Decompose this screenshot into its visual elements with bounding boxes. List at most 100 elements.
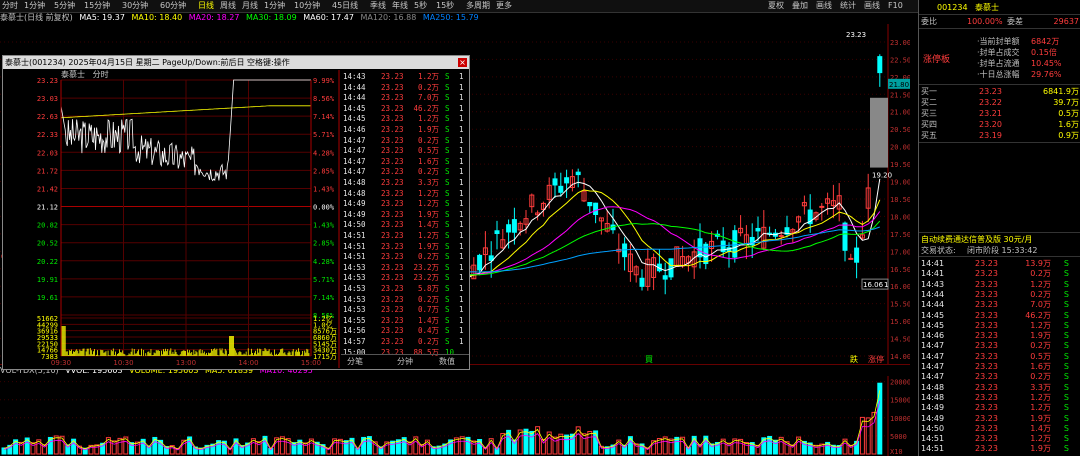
ma-info-line: 泰慕士(日线 前复权) MA5: 19.37 MA10: 18.40 MA20:…	[0, 12, 910, 24]
volume-bar	[343, 440, 349, 455]
period-tab[interactable]: 60分钟	[160, 0, 186, 12]
candle-body	[662, 275, 668, 280]
bid-row[interactable]: 买二 23.22 39.7万	[919, 97, 1080, 108]
trade-cell: 23.23	[381, 294, 404, 304]
notice-row[interactable]: 自动续费通达信普及版 30元/月	[919, 234, 1080, 245]
trade-cell: 1	[459, 315, 464, 325]
volume-bar	[691, 435, 697, 455]
candle-body	[593, 202, 599, 215]
toolbar-button[interactable]: F10	[888, 0, 903, 12]
popup-pct-axis-label: 4.28%	[313, 149, 335, 157]
toolbar-button[interactable]: 统计	[840, 0, 856, 12]
tab-fenbi[interactable]: 分笔	[347, 355, 363, 368]
popup-title-bar[interactable]: 泰慕士(001234) 2025年04月15日 星期二 PageUp/Down:…	[3, 56, 469, 69]
popup-trade-row: 14:46 23.23 1.9万 S 1	[341, 125, 467, 136]
popup-pct-axis-label: 7.14%	[313, 113, 335, 121]
toolbar-button[interactable]: 画线	[816, 0, 832, 12]
trade-cell: 14:56	[343, 326, 366, 336]
bid-row[interactable]: 买五 23.19 0.9万	[919, 130, 1080, 141]
trade-cell: 23.23	[381, 114, 404, 124]
trade-cell: 1	[459, 294, 464, 304]
popup-price-axis-label: 21.72	[37, 167, 58, 175]
period-tab[interactable]: 更多	[496, 0, 512, 12]
period-tab[interactable]: 月线	[242, 0, 258, 12]
volume-bar	[813, 444, 819, 455]
bid-row[interactable]: 买一 23.23 6841.9万	[919, 86, 1080, 97]
period-tab[interactable]: 1分钟	[264, 0, 285, 12]
trade-cell: 5.8万	[417, 284, 439, 293]
popup-time-label: 13:00	[176, 359, 196, 367]
vol-unit-label: X10	[890, 448, 903, 456]
trade-cell: 1	[459, 337, 464, 346]
volume-chart[interactable]: 20000 15000 10000 5000 X10	[0, 376, 910, 456]
notice-text[interactable]: 自动续费通达信普及版 30元/月	[921, 234, 1032, 245]
ma60-label: MA60: 17.47	[303, 13, 354, 22]
intraday-chart[interactable]: 23.23 23.03 22.63 22.33 22.03 21.72 21.42 21.12…	[3, 70, 341, 368]
period-tab[interactable]: 日线	[198, 0, 214, 12]
trade-cell: 23.23	[381, 262, 404, 272]
trade-cell: S	[445, 103, 450, 113]
period-tab[interactable]: 季线	[370, 0, 386, 12]
popup-price-axis-label: 19.91	[37, 276, 58, 284]
chart-marker: 跌	[850, 354, 858, 364]
candle-body	[639, 277, 645, 287]
period-tab[interactable]: 15秒	[436, 0, 454, 12]
y-axis-label: 20.00	[890, 144, 910, 152]
chart-marker: 涨停	[868, 354, 884, 364]
trade-cell: 23.23	[381, 284, 404, 293]
trade-cell: 1	[459, 156, 464, 166]
trade-cell: 1.2万	[417, 231, 439, 240]
trade-cell: 14:53	[343, 262, 366, 272]
period-tab[interactable]: 5分钟	[54, 0, 75, 12]
volume-bar	[361, 436, 367, 455]
volume-bar	[674, 436, 680, 455]
popup-trade-row: 14:56 23.23 0.4万 S 1	[341, 326, 467, 337]
y-axis-label: 23.00	[890, 39, 910, 47]
period-tab[interactable]: 15分钟	[84, 0, 110, 12]
toolbar-button[interactable]: 叠加	[792, 0, 808, 12]
trade-cell: 1	[459, 114, 464, 124]
trade-cell: 23.23	[381, 188, 404, 198]
y-axis-label: 19.50	[890, 161, 910, 169]
trade-cell: S	[445, 294, 450, 304]
period-tab[interactable]: 1分钟	[24, 0, 45, 12]
period-tab[interactable]: 分时	[2, 0, 18, 12]
bid-row[interactable]: 买三 23.21 0.5万	[919, 108, 1080, 119]
popup-price-axis-label: 23.03	[37, 95, 58, 103]
bid-row[interactable]: 买四 23.20 1.6万	[919, 119, 1080, 130]
trade-cell: 1.2万	[417, 188, 439, 198]
period-tab[interactable]: 45日线	[332, 0, 358, 12]
trade-cell: 1.9万	[417, 209, 439, 219]
period-tab[interactable]: 10分钟	[294, 0, 320, 12]
trade-cell: 1	[459, 135, 464, 145]
trade-cell: 0.2万	[417, 82, 439, 92]
popup-price-axis-label: 20.82	[37, 222, 58, 230]
period-tab[interactable]: 30分钟	[122, 0, 148, 12]
period-tab[interactable]: 5秒	[414, 0, 427, 12]
tab-shuzhi[interactable]: 数值	[439, 355, 455, 368]
period-tab[interactable]: 周线	[220, 0, 236, 12]
intraday-popup[interactable]: 泰慕士(001234) 2025年04月15日 星期二 PageUp/Down:…	[2, 55, 470, 370]
popup-trade-row: 14:49 23.23 1.9万 S 1	[341, 210, 467, 221]
close-button[interactable]: ×	[458, 58, 467, 67]
period-tab[interactable]: 多周期	[466, 0, 490, 12]
volume-bar	[111, 440, 117, 455]
volume-bar	[384, 441, 390, 455]
period-tab[interactable]: 年线	[392, 0, 408, 12]
trade-cell: 0.5万	[417, 146, 439, 156]
trade-cell: 14:44	[343, 93, 366, 103]
toolbar-button[interactable]: 夏权	[768, 0, 784, 12]
chart-marker: 買	[645, 355, 653, 364]
trade-cell: 0.2万	[417, 337, 439, 346]
trade-cell: 1.4万	[417, 315, 439, 325]
trade-cell: 14:47	[343, 135, 366, 145]
tab-fenzhong[interactable]: 分钟	[397, 355, 413, 368]
popup-trade-row: 14:45 23.23 46.2万 S 1	[341, 104, 467, 115]
volume-bar	[651, 440, 657, 455]
volume-bar	[500, 432, 506, 455]
y-axis-label: 14.50	[890, 336, 910, 344]
candle-body	[587, 201, 593, 207]
popup-trade-row: 14:51 23.23 0.2万 S 1	[341, 252, 467, 263]
toolbar-button[interactable]: 画线	[864, 0, 880, 12]
high-price-label: 23.23	[846, 31, 866, 39]
